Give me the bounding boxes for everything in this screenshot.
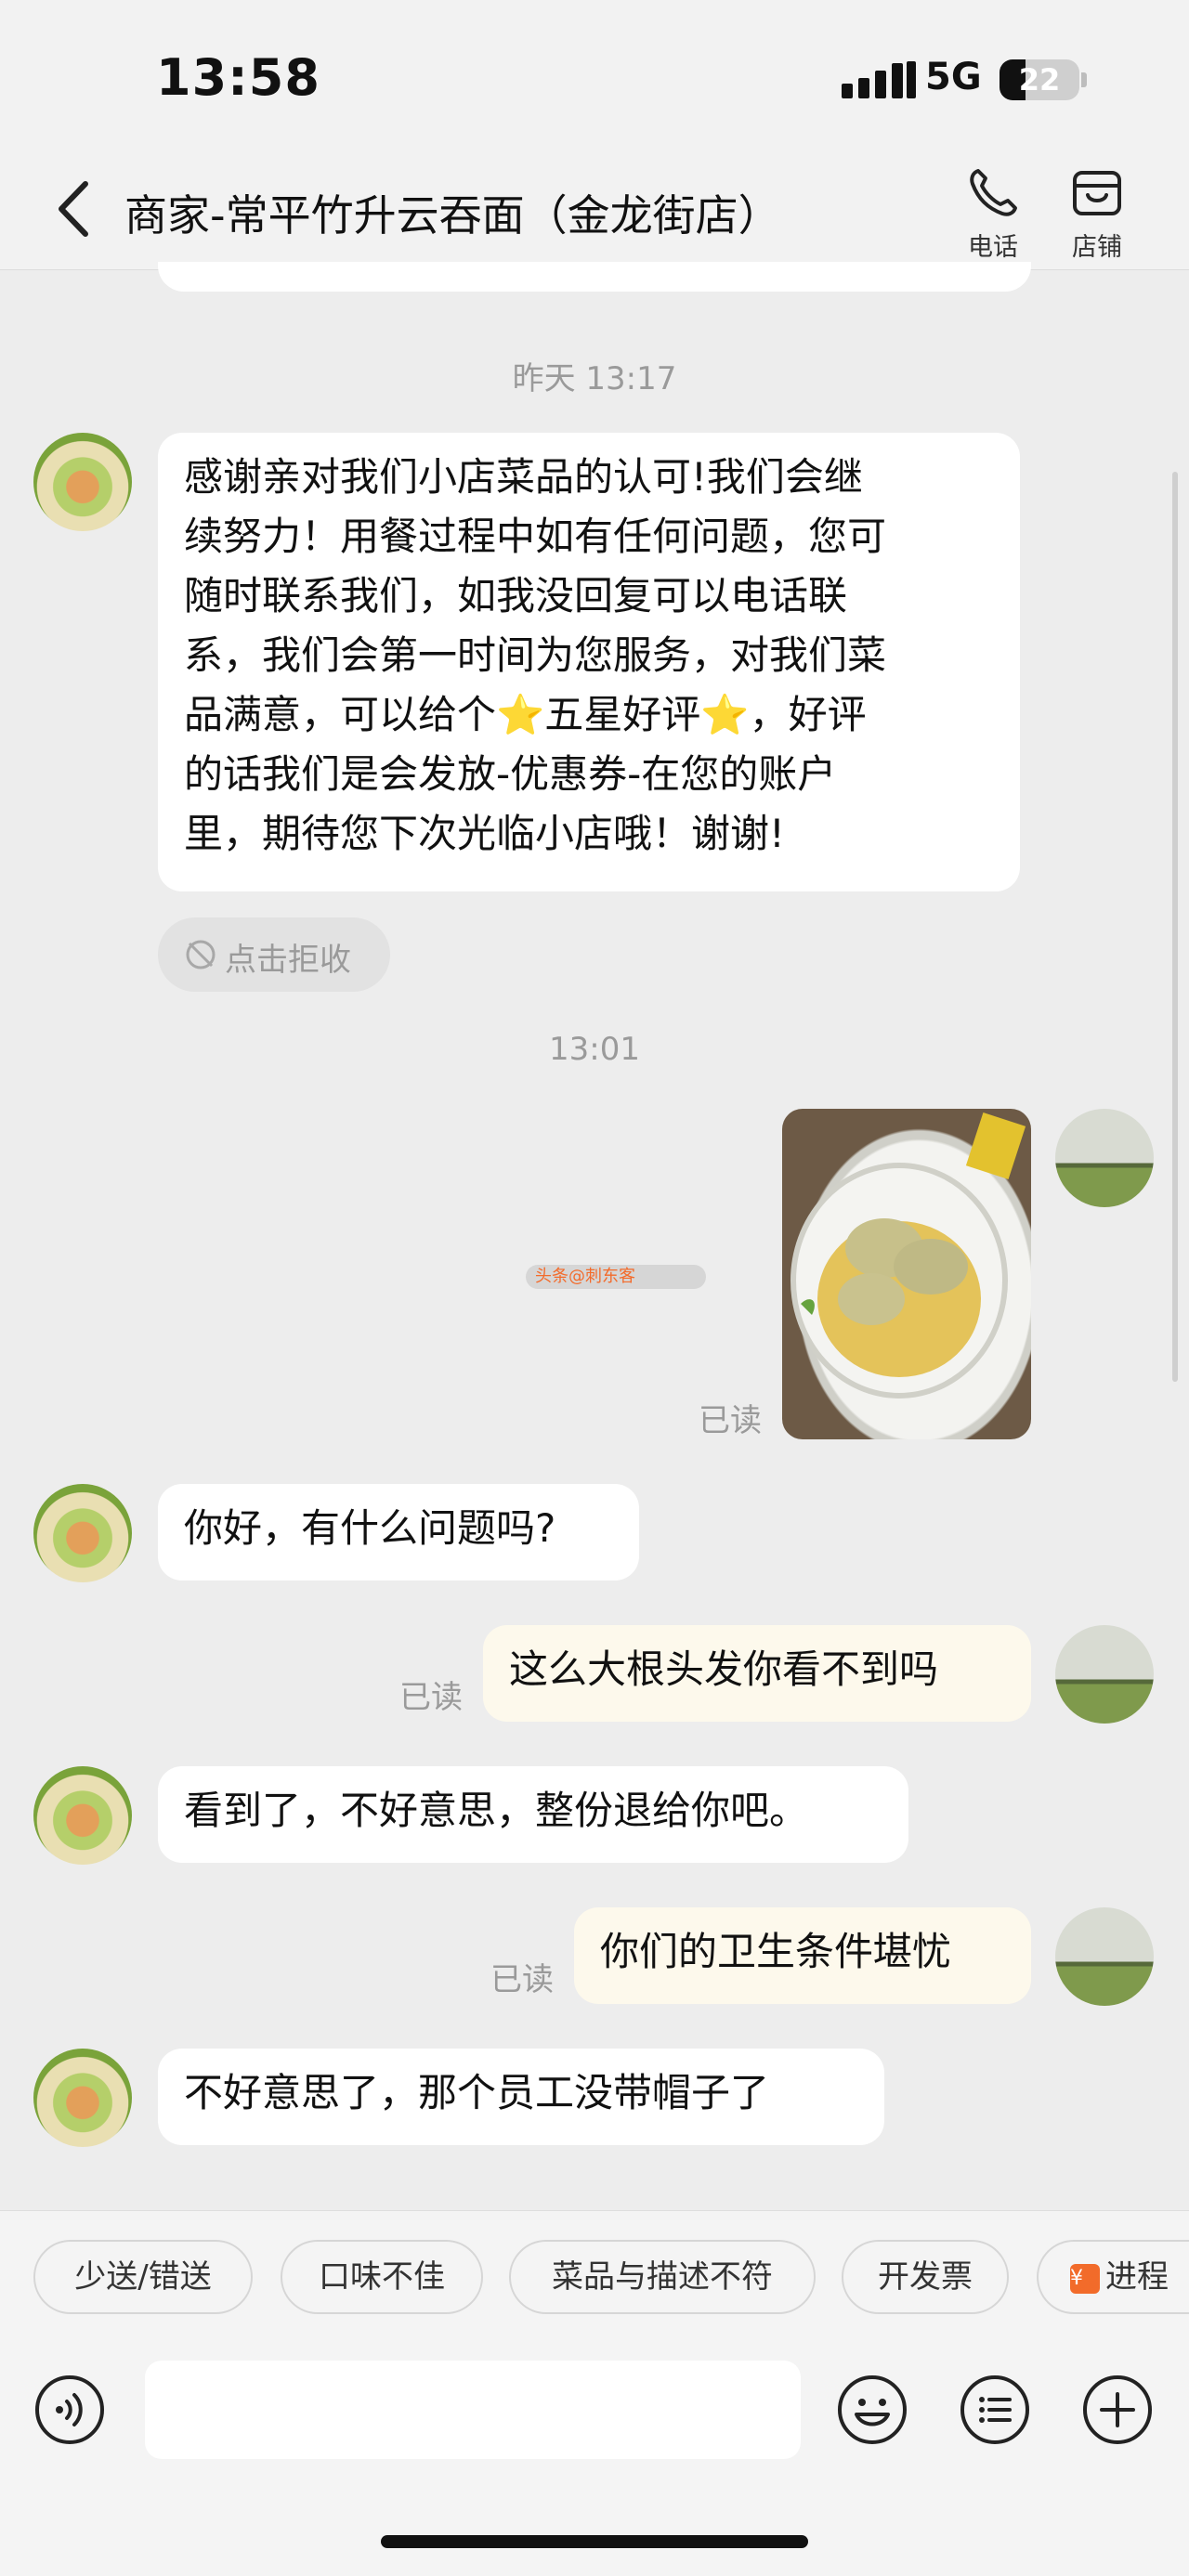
merchant-message: 看到了，不好意思，整份退给你吧。 — [158, 1766, 908, 1863]
timestamp: 13:01 — [549, 1031, 640, 1068]
plus-button[interactable] — [1081, 2374, 1154, 2446]
message-input[interactable] — [145, 2361, 801, 2459]
battery-tip — [1081, 72, 1087, 87]
quick-reply-chip[interactable]: 菜品与描述不符 — [509, 2240, 816, 2314]
status-time: 13:58 — [156, 48, 320, 107]
plus-icon — [1083, 2375, 1152, 2444]
phone-button[interactable]: 电话 — [951, 165, 1035, 263]
user-avatar[interactable] — [1055, 1625, 1154, 1724]
home-indicator[interactable] — [381, 2535, 808, 2548]
message-line: 感谢亲对我们小店菜品的认可!我们会继 — [184, 454, 863, 500]
phone-label: 电话 — [968, 233, 1018, 262]
message-line: 系，我们会第一时间为您服务，对我们菜 — [184, 632, 887, 678]
list-button[interactable] — [959, 2374, 1031, 2446]
back-icon[interactable] — [48, 176, 104, 241]
quick-reply-label: 进程 — [1105, 2258, 1169, 2296]
quick-reply-chip[interactable]: 少送/错送 — [33, 2240, 253, 2314]
battery-icon: 22 — [1000, 59, 1079, 100]
message-line: 的话我们是会发放-优惠券-在您的账户 — [184, 751, 837, 797]
emoji-button[interactable] — [836, 2374, 908, 2446]
quick-reply-chip[interactable]: ¥ 进程 — [1037, 2240, 1189, 2314]
merchant-message: 不好意思了，那个员工没带帽子了 — [158, 2049, 884, 2145]
user-avatar[interactable] — [1055, 1109, 1154, 1207]
watermark-text: 头条@刺东客 — [535, 1267, 635, 1286]
coupon-icon: ¥ — [1070, 2263, 1100, 2294]
merchant-message: 你好，有什么问题吗? — [158, 1484, 639, 1581]
emoji-icon — [838, 2375, 907, 2444]
quick-reply-chip[interactable]: 开发票 — [842, 2240, 1009, 2314]
merchant-avatar[interactable] — [33, 1484, 132, 1582]
read-receipt: 已读 — [490, 1961, 554, 1998]
previous-message-bubble — [158, 262, 1031, 292]
quick-reply-chip[interactable]: 口味不佳 — [281, 2240, 483, 2314]
reject-button[interactable]: 点击拒收 — [158, 917, 390, 992]
watermark: 头条@刺东客 — [526, 1265, 706, 1289]
photo-message[interactable] — [782, 1109, 1031, 1439]
reject-label: 点击拒收 — [225, 942, 351, 979]
message-line: 里，期待您下次光临小店哦！谢谢! — [184, 811, 785, 856]
read-receipt: 已读 — [399, 1679, 463, 1716]
phone-icon — [970, 169, 1017, 216]
scrollbar[interactable] — [1172, 472, 1178, 1382]
battery-level: 22 — [1018, 62, 1061, 98]
voice-button[interactable] — [33, 2374, 106, 2446]
store-button[interactable]: 店铺 — [1055, 165, 1139, 263]
message-line: 品满意，可以给个⭐五星好评⭐，好评 — [184, 692, 867, 737]
signal-icon — [842, 61, 918, 98]
user-avatar[interactable] — [1055, 1907, 1154, 2006]
merchant-avatar[interactable] — [33, 2049, 132, 2147]
network-type: 5G — [925, 56, 982, 98]
voice-icon — [35, 2375, 104, 2444]
mute-icon — [186, 940, 216, 969]
user-message: 你们的卫生条件堪忧 — [574, 1907, 1031, 2004]
wonton-noodle-photo — [790, 1112, 1026, 1399]
store-icon — [1073, 171, 1121, 215]
store-label: 店铺 — [1072, 233, 1122, 262]
user-message: 这么大根头发你看不到吗 — [483, 1625, 1031, 1722]
read-receipt: 已读 — [699, 1402, 762, 1439]
message-line: 随时联系我们，如我没回复可以电话联 — [184, 573, 848, 618]
timestamp: 昨天 13:17 — [512, 360, 677, 397]
merchant-message-long: 感谢亲对我们小店菜品的认可!我们会继 续努力！用餐过程中如有任何问题，您可 随时… — [158, 433, 1020, 891]
page-title: 商家-常平竹升云吞面（金龙街店） — [124, 190, 781, 241]
merchant-avatar[interactable] — [33, 433, 132, 531]
list-icon — [960, 2375, 1029, 2444]
merchant-avatar[interactable] — [33, 1766, 132, 1865]
message-line: 续努力！用餐过程中如有任何问题，您可 — [184, 514, 887, 559]
